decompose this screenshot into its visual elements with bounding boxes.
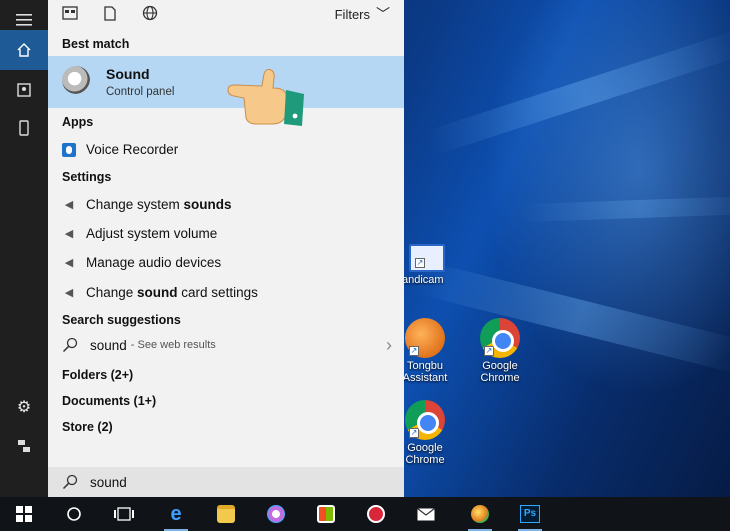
task-view-icon (114, 507, 134, 521)
settings-result[interactable]: ◀ Change system sounds (62, 197, 232, 212)
game-app-icon (471, 505, 489, 523)
feedback-button[interactable] (0, 426, 48, 466)
best-match-title: Sound (106, 66, 150, 82)
speaker-icon: ◀ (64, 287, 74, 299)
section-documents[interactable]: Documents (1+) (62, 394, 156, 408)
suggestion-query: sound (90, 337, 127, 353)
pointing-hand-icon (227, 69, 304, 126)
tongbu-icon: ↗ (405, 318, 445, 358)
filters-dropdown[interactable]: Filters ﹀ (335, 4, 390, 24)
cortana-button[interactable] (54, 497, 94, 531)
speaker-icon: ◀ (64, 199, 74, 211)
chevron-down-icon: ﹀ (376, 6, 390, 22)
taskbar-store[interactable] (306, 497, 346, 531)
red-app-icon (367, 505, 385, 523)
settings-button[interactable]: ⚙ (0, 387, 48, 427)
section-search-suggestions: Search suggestions (62, 313, 181, 327)
apps-filter-icon[interactable] (62, 6, 78, 20)
section-store[interactable]: Store (2) (62, 420, 113, 434)
desktop-icon-chrome[interactable]: ↗ Google Chrome (465, 318, 535, 384)
taskbar-mail[interactable] (406, 497, 446, 531)
store-bag-icon (317, 505, 335, 523)
suggestion-hint: - See web results (130, 339, 216, 351)
settings-result[interactable]: ◀ Adjust system volume (62, 226, 218, 241)
mail-icon (417, 507, 435, 520)
taskbar-file-explorer[interactable] (206, 497, 246, 531)
search-icon (62, 474, 78, 490)
speaker-icon: ◀ (64, 228, 74, 240)
result-label: Manage audio devices (86, 255, 222, 270)
app-result-voice-recorder[interactable]: Voice Recorder (62, 142, 178, 157)
start-button[interactable] (4, 497, 44, 531)
result-label: Voice Recorder (86, 142, 179, 157)
hamburger-icon (16, 14, 32, 26)
speaker-icon (62, 66, 90, 94)
notebook-icon (17, 83, 31, 97)
taskbar-app-red[interactable] (356, 497, 396, 531)
speaker-icon: ◀ (64, 257, 74, 269)
section-apps: Apps (62, 115, 94, 129)
document-filter-icon[interactable] (104, 5, 116, 21)
result-label: Adjust system volume (86, 226, 218, 241)
settings-result[interactable]: ◀ Manage audio devices (62, 255, 221, 270)
best-match-subtitle: Control panel (106, 86, 175, 98)
section-folders[interactable]: Folders (2+) (62, 368, 133, 382)
notebook-button[interactable] (0, 70, 48, 110)
chevron-right-icon: › (386, 335, 392, 355)
settings-result[interactable]: ◀ Change sound card settings (62, 285, 258, 300)
desktop-icon-label: Chrome (480, 372, 520, 384)
wallpaper-light-beam (519, 195, 730, 223)
folder-icon (217, 505, 235, 523)
section-settings: Settings (62, 170, 112, 184)
section-best-match: Best match (62, 37, 130, 51)
cortana-circle-icon (67, 507, 81, 521)
photoshop-icon: Ps (520, 505, 540, 523)
windows-logo-icon (16, 506, 32, 522)
task-view-button[interactable] (104, 497, 144, 531)
device-button[interactable] (0, 108, 48, 148)
home-button[interactable] (0, 30, 48, 70)
wallpaper-light-beam (424, 29, 730, 157)
bandicam-icon: ↗ (409, 244, 445, 272)
feedback-icon (18, 440, 30, 452)
search-input-value: sound (90, 474, 127, 490)
edge-icon: e (170, 502, 182, 525)
desktop-icon-label: Google (482, 360, 518, 372)
home-icon (17, 43, 31, 57)
taskbar: e Ps (0, 497, 730, 531)
chrome-icon: ↗ (480, 318, 520, 358)
taskbar-itunes[interactable] (256, 497, 296, 531)
result-label: Change sound card settings (86, 285, 258, 300)
taskbar-edge[interactable]: e (156, 497, 196, 531)
taskbar-photoshop[interactable]: Ps (510, 497, 550, 531)
web-search-suggestion[interactable]: sound - See web results › (62, 335, 392, 355)
chrome-icon: ↗ (405, 400, 445, 440)
gear-icon: ⚙ (16, 399, 32, 416)
result-label: Change system sounds (86, 197, 232, 212)
web-filter-icon[interactable] (142, 5, 158, 21)
start-left-rail: ⚙ (0, 0, 48, 497)
phone-icon (19, 120, 29, 136)
itunes-icon (267, 505, 285, 523)
search-input[interactable]: sound (48, 467, 404, 497)
filters-label: Filters (334, 6, 370, 22)
search-icon (62, 337, 78, 353)
voice-recorder-icon (62, 142, 76, 157)
taskbar-game[interactable] (460, 497, 500, 531)
